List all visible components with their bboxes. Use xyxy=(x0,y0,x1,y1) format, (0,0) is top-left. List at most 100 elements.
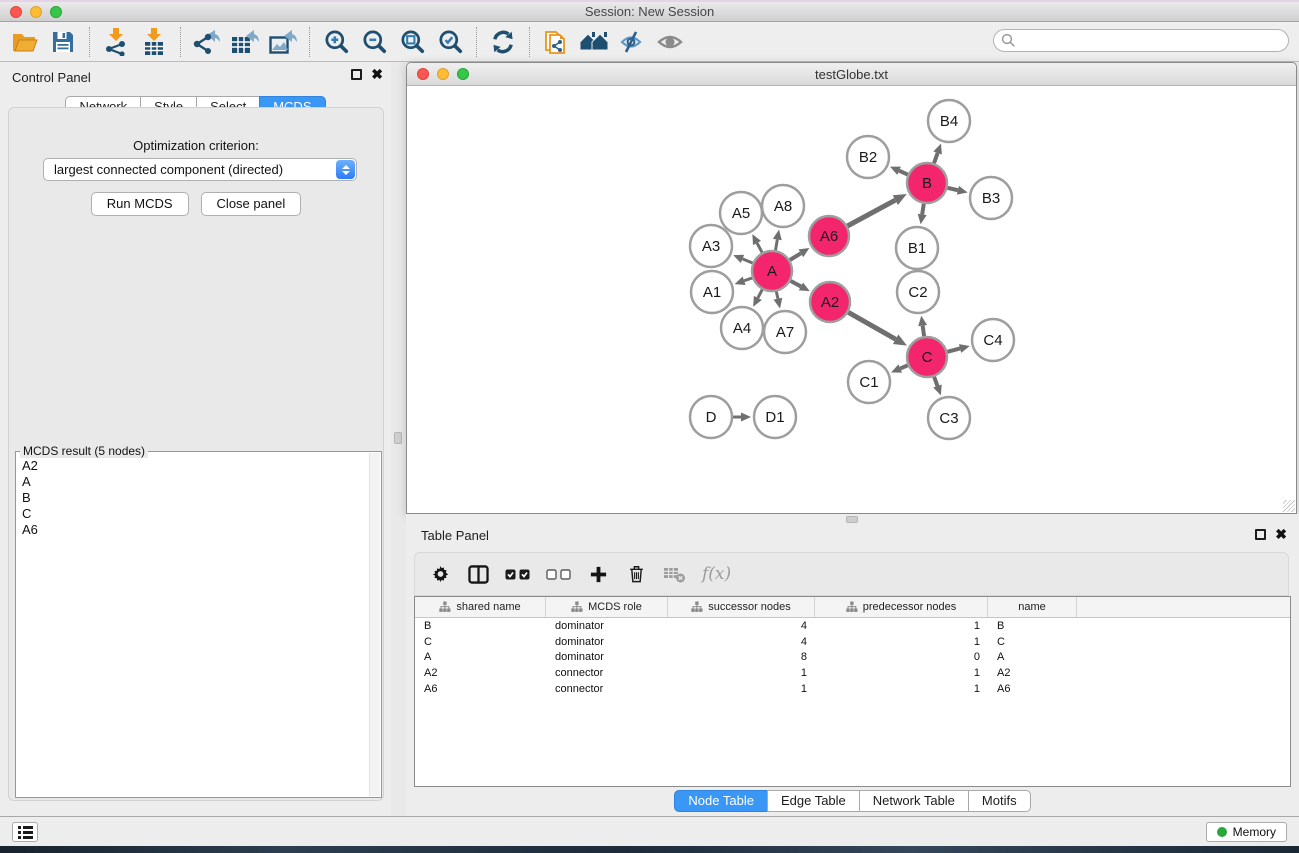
tab-node-table[interactable]: Node Table xyxy=(674,790,768,812)
graph-edge-B-B4[interactable] xyxy=(934,153,938,163)
cell-shared-name[interactable]: B xyxy=(415,620,546,632)
horizontal-splitter[interactable] xyxy=(406,514,1299,524)
graph-edge-C-C3[interactable] xyxy=(934,377,937,386)
tab-motifs[interactable]: Motifs xyxy=(968,790,1031,812)
cell-MCDS-role[interactable]: connector xyxy=(546,683,668,695)
zoom-window-button[interactable] xyxy=(50,6,62,18)
search-input[interactable] xyxy=(993,29,1289,52)
graph-edge-B-B2[interactable] xyxy=(899,171,908,175)
graph-edge-A-A5[interactable] xyxy=(757,243,762,252)
table-row[interactable]: Adominator80A xyxy=(415,649,1290,665)
splitter-handle[interactable] xyxy=(846,516,858,523)
task-history-button[interactable] xyxy=(12,822,38,842)
close-panel-icon[interactable]: ✖ xyxy=(1275,529,1287,540)
graph-edge-A-A1[interactable] xyxy=(744,278,752,281)
cell-predecessor-nodes[interactable]: 1 xyxy=(815,683,988,695)
zoom-out-button[interactable] xyxy=(355,25,393,59)
show-graphics-details-button[interactable] xyxy=(651,25,689,59)
cell-successor-nodes[interactable]: 1 xyxy=(668,683,815,695)
mcds-result-item[interactable]: C xyxy=(18,506,368,522)
network-window-titlebar[interactable]: testGlobe.txt xyxy=(407,63,1296,86)
float-panel-icon[interactable] xyxy=(1255,529,1266,540)
export-table-button[interactable] xyxy=(226,25,264,59)
run-mcds-button[interactable]: Run MCDS xyxy=(91,192,189,216)
refresh-button[interactable] xyxy=(484,25,522,59)
cell-MCDS-role[interactable]: dominator xyxy=(546,636,668,648)
cell-shared-name[interactable]: A xyxy=(415,651,546,663)
float-panel-icon[interactable] xyxy=(351,69,362,80)
column-header-shared-name[interactable]: shared name xyxy=(415,597,546,617)
resize-grip[interactable] xyxy=(1283,500,1295,512)
column-header-name[interactable]: name xyxy=(988,597,1077,617)
vertical-splitter[interactable] xyxy=(391,62,406,816)
mcds-result-item[interactable]: A2 xyxy=(18,458,368,474)
mcds-result-scrollbar[interactable] xyxy=(369,453,380,796)
close-view-button[interactable] xyxy=(417,68,429,80)
close-panel-icon[interactable]: ✖ xyxy=(371,69,383,80)
add-column-button[interactable] xyxy=(587,562,609,586)
home-button[interactable] xyxy=(575,25,613,59)
delete-table-button[interactable] xyxy=(663,562,686,586)
delete-column-button[interactable] xyxy=(625,562,647,586)
cell-predecessor-nodes[interactable]: 1 xyxy=(815,636,988,648)
splitter-handle[interactable] xyxy=(394,432,402,444)
deselect-all-button[interactable] xyxy=(546,562,571,586)
table-row[interactable]: Cdominator41C xyxy=(415,634,1290,650)
cell-successor-nodes[interactable]: 1 xyxy=(668,667,815,679)
column-header-successor-nodes[interactable]: successor nodes xyxy=(668,597,815,617)
cell-MCDS-role[interactable]: connector xyxy=(546,667,668,679)
mcds-result-item[interactable]: A6 xyxy=(18,522,368,538)
zoom-in-button[interactable] xyxy=(317,25,355,59)
graph-edge-C-C1[interactable] xyxy=(900,365,907,368)
mcds-result-item[interactable]: B xyxy=(18,490,368,506)
network-document-button[interactable] xyxy=(537,25,575,59)
cell-name[interactable]: A xyxy=(988,651,1077,663)
cell-name[interactable]: A2 xyxy=(988,667,1077,679)
export-image-button[interactable] xyxy=(264,25,302,59)
cell-predecessor-nodes[interactable]: 1 xyxy=(815,620,988,632)
graph-edge-A-A7[interactable] xyxy=(776,292,778,299)
cell-shared-name[interactable]: A2 xyxy=(415,667,546,679)
graph-edge-A6-B[interactable] xyxy=(847,200,895,226)
graph-edge-A-A4[interactable] xyxy=(758,290,762,298)
import-table-button[interactable] xyxy=(135,25,173,59)
cell-shared-name[interactable]: C xyxy=(415,636,546,648)
cell-name[interactable]: A6 xyxy=(988,683,1077,695)
cell-name[interactable]: C xyxy=(988,636,1077,648)
save-session-button[interactable] xyxy=(44,25,82,59)
close-window-button[interactable] xyxy=(10,6,22,18)
import-network-button[interactable] xyxy=(97,25,135,59)
table-row[interactable]: A6connector11A6 xyxy=(415,681,1290,697)
graph-edge-A2-C[interactable] xyxy=(848,312,895,339)
optimization-criterion-select[interactable]: largest connected component (directed) xyxy=(43,158,357,181)
table-row[interactable]: A2connector11A2 xyxy=(415,665,1290,681)
tab-edge-table[interactable]: Edge Table xyxy=(767,790,860,812)
graph-edge-A-A2[interactable] xyxy=(791,281,801,287)
function-builder-button[interactable]: f(x) xyxy=(702,562,731,586)
open-folder-button[interactable] xyxy=(6,25,44,59)
cell-successor-nodes[interactable]: 4 xyxy=(668,620,815,632)
hide-graphics-details-button[interactable] xyxy=(613,25,651,59)
cell-MCDS-role[interactable]: dominator xyxy=(546,651,668,663)
export-network-button[interactable] xyxy=(188,25,226,59)
column-header-predecessor-nodes[interactable]: predecessor nodes xyxy=(815,597,988,617)
select-all-button[interactable] xyxy=(505,562,530,586)
mcds-result-item[interactable]: A xyxy=(18,474,368,490)
graph-edge-C-C4[interactable] xyxy=(947,348,960,351)
cell-predecessor-nodes[interactable]: 1 xyxy=(815,667,988,679)
graph-edge-C-C2[interactable] xyxy=(923,326,924,337)
graph-edge-B-B1[interactable] xyxy=(922,204,924,215)
graph-edge-A-A6[interactable] xyxy=(790,253,801,260)
settings-gear-button[interactable] xyxy=(429,562,451,586)
graph-edge-A-A3[interactable] xyxy=(742,259,752,263)
minimize-view-button[interactable] xyxy=(437,68,449,80)
column-header-MCDS-role[interactable]: MCDS role xyxy=(546,597,668,617)
zoom-selected-button[interactable] xyxy=(431,25,469,59)
minimize-window-button[interactable] xyxy=(30,6,42,18)
graph-edge-A-A8[interactable] xyxy=(776,240,778,251)
cell-name[interactable]: B xyxy=(988,620,1077,632)
show-column-button[interactable] xyxy=(467,562,489,586)
cell-shared-name[interactable]: A6 xyxy=(415,683,546,695)
cell-predecessor-nodes[interactable]: 0 xyxy=(815,651,988,663)
network-canvas[interactable]: B4B2BB3A8A5A6A3B1AA1C2A2A4A7C4CC1C3DD1 xyxy=(407,86,1296,513)
